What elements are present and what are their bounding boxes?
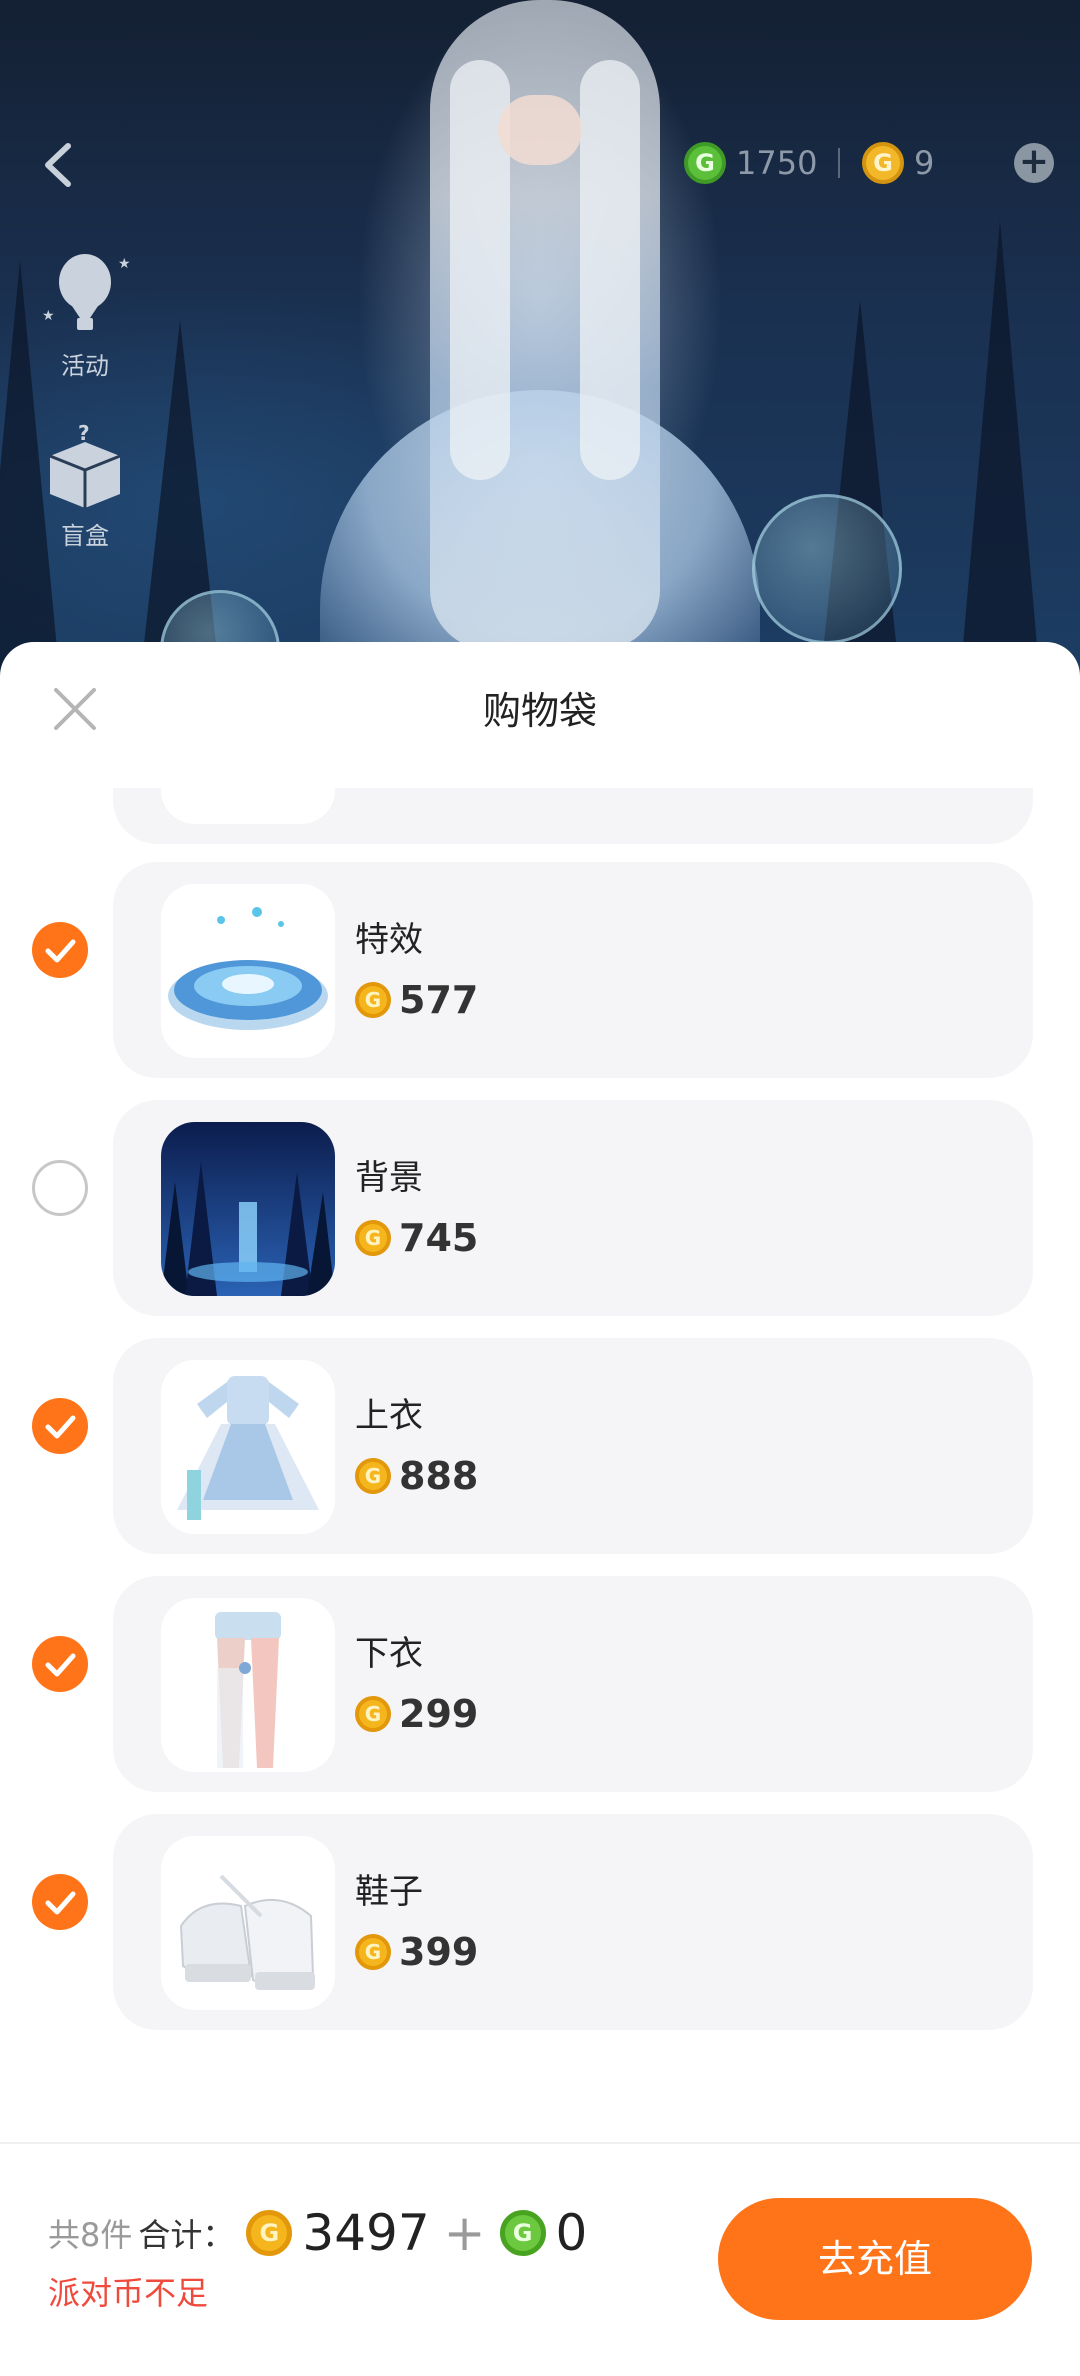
item-price: G 299 bbox=[355, 1692, 478, 1736]
checkmark-icon bbox=[45, 939, 76, 963]
price-value: 399 bbox=[399, 1930, 479, 1974]
side-item-activity[interactable]: ★ ★ 活动 bbox=[30, 250, 140, 381]
cart-item-list[interactable]: 特效 G 577 背景 G 745 上衣 G 888 下衣 G 299 鞋子 G… bbox=[0, 788, 1080, 2088]
price-value: 888 bbox=[399, 1454, 479, 1498]
gold-coin-icon: G bbox=[355, 1458, 391, 1494]
item-thumbnail bbox=[161, 1598, 335, 1772]
checkmark-icon bbox=[45, 1415, 76, 1439]
cart-item-card[interactable]: 特效 G 577 bbox=[113, 862, 1033, 1078]
item-thumbnail bbox=[161, 1122, 335, 1296]
currency-divider bbox=[838, 148, 840, 178]
item-count: 共8件 bbox=[48, 2216, 133, 2254]
top-dress-thumbnail-image bbox=[161, 1360, 335, 1534]
item-name: 鞋子 bbox=[355, 1872, 423, 1912]
item-thumbnail bbox=[161, 884, 335, 1058]
green-currency-amount: 1750 bbox=[736, 144, 818, 182]
bottom-legwear-thumbnail-image bbox=[161, 1598, 335, 1772]
add-currency-icon[interactable]: + bbox=[1014, 143, 1054, 183]
insufficient-funds-warning: 派对币不足 bbox=[48, 2274, 209, 2312]
item-price: G 577 bbox=[355, 978, 478, 1022]
footer-divider bbox=[0, 2142, 1080, 2144]
character-face bbox=[498, 95, 582, 165]
item-name: 背景 bbox=[355, 1158, 423, 1198]
item-name: 特效 bbox=[355, 920, 423, 960]
gold-currency-display: G 9 bbox=[862, 138, 934, 188]
background-thumbnail-image bbox=[161, 1122, 335, 1296]
gold-coin-icon: G bbox=[246, 2210, 293, 2256]
item-checkbox[interactable] bbox=[32, 1636, 88, 1692]
cart-item-card[interactable] bbox=[113, 788, 1033, 844]
gold-coin-icon: G bbox=[355, 1696, 391, 1732]
green-currency-display: G 1750 bbox=[684, 138, 817, 188]
price-value: 299 bbox=[399, 1692, 479, 1736]
cart-item-card[interactable]: 下衣 G 299 bbox=[113, 1576, 1033, 1792]
svg-text:?: ? bbox=[78, 421, 90, 445]
side-item-label: 活动 bbox=[61, 352, 109, 380]
character-hair bbox=[580, 60, 640, 480]
gold-coin-icon: G bbox=[355, 982, 391, 1018]
gold-coin-icon: G bbox=[355, 1934, 391, 1970]
checkmark-icon bbox=[45, 1653, 76, 1677]
item-price: G 399 bbox=[355, 1930, 478, 1974]
mystery-box-icon: ? bbox=[49, 421, 121, 508]
svg-text:★: ★ bbox=[118, 256, 130, 272]
side-item-label: 盲盒 bbox=[61, 522, 109, 550]
gold-currency-amount: 9 bbox=[914, 144, 935, 182]
side-item-blind-box[interactable]: ? 盲盒 bbox=[30, 420, 140, 551]
item-price: G 888 bbox=[355, 1454, 478, 1498]
price-value: 745 bbox=[399, 1216, 479, 1260]
effect-thumbnail-image bbox=[161, 884, 335, 1058]
price-value: 577 bbox=[399, 978, 479, 1022]
gold-coin-icon: G bbox=[862, 142, 904, 184]
item-thumbnail bbox=[161, 788, 335, 824]
item-thumbnail bbox=[161, 1836, 335, 2010]
shoes-thumbnail-image bbox=[161, 1836, 335, 2010]
green-coin-icon: G bbox=[499, 2210, 546, 2256]
cart-item-card[interactable]: 上衣 G 888 bbox=[113, 1338, 1033, 1554]
gold-total: 3497 bbox=[302, 2204, 430, 2262]
hot-air-balloon-icon: ★ ★ bbox=[42, 254, 130, 330]
item-checkbox[interactable] bbox=[32, 1874, 88, 1930]
item-price: G 745 bbox=[355, 1216, 478, 1260]
tree-silhouette bbox=[960, 220, 1040, 680]
page-title: 购物袋 bbox=[482, 689, 597, 733]
cart-total: 共8件 合计： G 3497 + G 0 bbox=[48, 2204, 587, 2262]
checkmark-icon bbox=[45, 1891, 76, 1915]
cart-item-card[interactable]: 背景 G 745 bbox=[113, 1100, 1033, 1316]
cart-item-card[interactable]: 鞋子 G 399 bbox=[113, 1814, 1033, 2030]
plus-sign: + bbox=[443, 2204, 486, 2262]
total-label: 合计： bbox=[138, 2216, 235, 2254]
gold-coin-icon: G bbox=[355, 1220, 391, 1256]
item-thumbnail bbox=[161, 1360, 335, 1534]
item-name: 上衣 bbox=[355, 1396, 423, 1436]
green-total: 0 bbox=[555, 2204, 588, 2262]
item-name: 下衣 bbox=[355, 1634, 423, 1674]
game-scene-background bbox=[0, 0, 1080, 680]
svg-text:★: ★ bbox=[42, 308, 55, 324]
item-checkbox[interactable] bbox=[32, 1398, 88, 1454]
green-coin-icon: G bbox=[684, 142, 726, 184]
item-checkbox[interactable] bbox=[32, 922, 88, 978]
back-arrow-icon[interactable] bbox=[34, 140, 84, 190]
item-checkbox[interactable] bbox=[32, 1160, 88, 1216]
constellation-bubble bbox=[752, 494, 902, 644]
recharge-button[interactable]: 去充值 bbox=[718, 2198, 1032, 2320]
